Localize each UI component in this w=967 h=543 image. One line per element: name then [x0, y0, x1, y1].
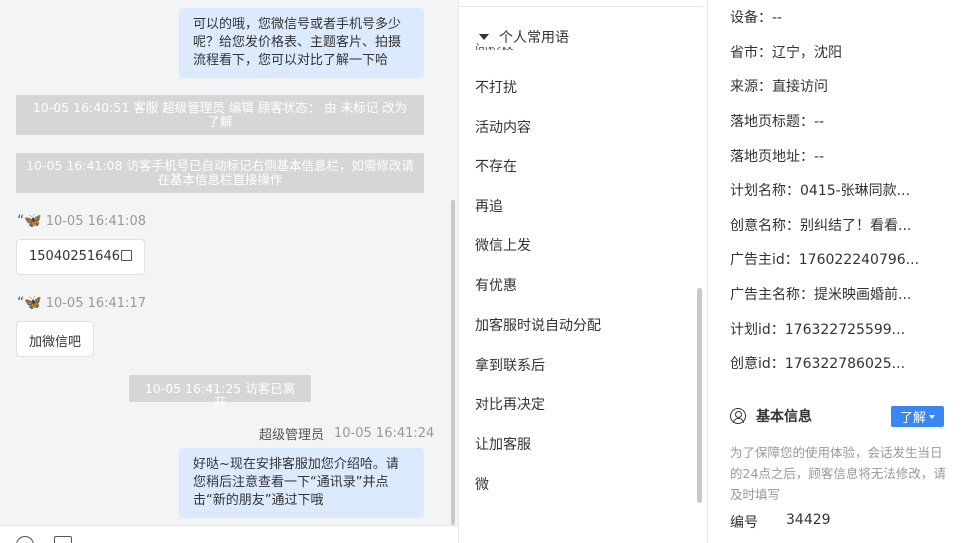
- info-advertiser-name[interactable]: 广告主名称：提米映画婚前...: [730, 284, 911, 304]
- visitor-message-text: 加微信吧: [29, 335, 82, 350]
- phrase-item[interactable]: 活动内容: [475, 117, 531, 137]
- app-root: 可以的哦，您微信号或者手机号多少呢？给您发价格表、主题客片、拍摄流程看下，您可以…: [0, 0, 967, 543]
- info-region: 省市：辽宁，沈阳: [730, 45, 842, 61]
- user-icon: [730, 408, 746, 424]
- quote-mark: “: [17, 213, 25, 229]
- attachment-icon[interactable]: [54, 536, 72, 543]
- info-plan-id[interactable]: 计划id：176322725599...: [730, 319, 905, 339]
- chat-panel: 可以的哦，您微信号或者手机号多少呢？给您发价格表、主题客片、拍摄流程看下，您可以…: [0, 0, 458, 543]
- caret-down-icon: [929, 414, 935, 419]
- phrases-group-title: 个人常用语: [499, 30, 569, 46]
- emoji-icon[interactable]: [16, 536, 34, 543]
- phrase-item[interactable]: 微信上发: [475, 235, 531, 255]
- phrase-item[interactable]: 有优惠: [475, 275, 517, 295]
- message-timestamp: 10-05 16:41:24: [334, 426, 435, 441]
- phrase-item[interactable]: 拿到联系后: [475, 355, 545, 375]
- customer-status-label: 了解: [899, 411, 926, 426]
- copy-icon[interactable]: [120, 250, 132, 261]
- phrases-group-header[interactable]: 个人常用语: [479, 27, 575, 47]
- agent-message-bubble: 好哒~现在安排客服加您介绍哈。请您稍后注意查看一下“通讯录”并点击“新的朋友”通…: [179, 448, 424, 518]
- info-creative-name[interactable]: 创意名称：别纠结了！看看...: [730, 215, 911, 235]
- info-device: 设备：--: [730, 10, 783, 26]
- basic-info-header: 基本信息: [730, 406, 812, 426]
- agent-message-bubble: 可以的哦，您微信号或者手机号多少呢？给您发价格表、主题客片、拍摄流程看下，您可以…: [179, 8, 424, 78]
- phrase-item[interactable]: 对比再决定: [475, 394, 545, 414]
- info-edit-notice: 为了保障您的使用体验，会话发生当日的24点之后，顾客信息将无法修改，请及时填写: [730, 445, 946, 502]
- phrase-item[interactable]: 让加客服: [475, 434, 531, 454]
- phrase-item[interactable]: 不存在: [475, 156, 517, 176]
- agent-name: 超级管理员: [259, 428, 325, 443]
- phrase-item[interactable]: 加客服时说自动分配: [475, 315, 601, 335]
- butterfly-avatar-icon: 🦋: [24, 213, 42, 229]
- customer-status-dropdown[interactable]: 了解: [891, 406, 944, 427]
- info-advertiser-id[interactable]: 广告主id：176022240796...: [730, 249, 919, 269]
- chat-scrollbar[interactable]: [451, 200, 455, 525]
- caret-down-icon: [479, 34, 489, 40]
- phrases-scrollbar[interactable]: [697, 288, 702, 503]
- basic-info-title: 基本信息: [756, 409, 812, 425]
- info-landing-url: 落地页地址：--: [730, 149, 825, 165]
- phrase-item[interactable]: 再追: [475, 196, 503, 216]
- visitor-phone-number: 15040251646: [29, 249, 120, 264]
- chat-message-list[interactable]: 可以的哦，您微信号或者手机号多少呢？给您发价格表、主题客片、拍摄流程看下，您可以…: [0, 0, 458, 525]
- divider: [459, 6, 703, 7]
- info-landing-title: 落地页标题：--: [730, 114, 825, 130]
- info-source: 来源：直接访问: [730, 79, 828, 95]
- info-id-value: 34429: [786, 512, 831, 528]
- system-message-visitor-left: 10-05 16:41:25 访客已离开: [129, 375, 311, 410]
- phrase-item[interactable]: 不打扰: [475, 77, 517, 97]
- phrase-item[interactable]: 微: [475, 474, 489, 494]
- butterfly-avatar-icon: 🦋: [24, 295, 42, 311]
- message-timestamp: 10-05 16:41:08: [45, 213, 146, 229]
- system-message-status-change: 10-05 16:40:51 客服 超级管理员 编辑 顾客状态： 由 未标记 改…: [16, 95, 424, 135]
- quote-mark: “: [17, 295, 25, 311]
- visitor-info-panel: 设备：-- 省市：辽宁，沈阳 来源：直接访问 落地页标题：-- 落地页地址：--…: [710, 0, 967, 543]
- visitor-message-bubble: 15040251646: [16, 239, 145, 275]
- info-id-label: 编号: [730, 515, 758, 531]
- visitor-message-header: “ 🦋 10-05 16:41:08: [17, 213, 146, 229]
- common-phrases-panel: 问价格 个人常用语 不打扰 活动内容 不存在 再追 微信上发 有优惠 加客服时说…: [458, 0, 708, 543]
- agent-message-header: 超级管理员 10-05 16:41:24: [259, 424, 434, 443]
- visitor-message-bubble: 加微信吧: [16, 321, 95, 357]
- info-plan-name[interactable]: 计划名称：0415-张琳同款...: [730, 180, 910, 200]
- chat-input-toolbar: [0, 525, 458, 543]
- visitor-message-header: “ 🦋 10-05 16:41:17: [17, 295, 146, 311]
- info-creative-id[interactable]: 创意id：176322786025...: [730, 353, 905, 373]
- system-message-auto-mark: 10-05 16:41:08 访客手机号已自动标记右侧基本信息栏，如需修改请在基…: [16, 153, 424, 193]
- message-timestamp: 10-05 16:41:17: [45, 295, 146, 311]
